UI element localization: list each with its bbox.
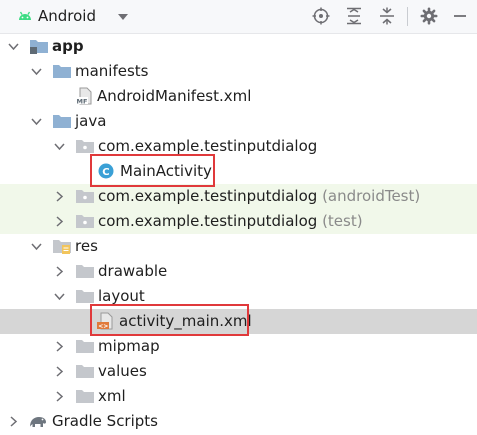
gear-icon[interactable]	[420, 7, 438, 25]
project-toolbar: Android	[0, 0, 477, 34]
folder-icon	[76, 390, 94, 403]
tree-row-package-test[interactable]: com.example.testinputdialog (test)	[0, 209, 477, 234]
chevron-right-icon[interactable]	[53, 190, 66, 203]
chevron-right-icon[interactable]	[53, 390, 66, 403]
tree-label-manifests: manifests	[75, 62, 149, 80]
resource-folder-icon	[53, 240, 71, 254]
chevron-right-icon[interactable]	[53, 215, 66, 228]
tree-label-package: com.example.testinputdialog (test)	[98, 212, 363, 230]
tree-label-drawable: drawable	[98, 262, 168, 280]
tree-label-manifest-file: AndroidManifest.xml	[97, 87, 252, 105]
tree-row-java[interactable]: java	[0, 109, 477, 134]
module-folder-icon	[30, 40, 48, 54]
dropdown-chevron-icon[interactable]	[117, 13, 129, 21]
tree-row-xml[interactable]: xml	[0, 384, 477, 409]
chevron-right-icon[interactable]	[53, 265, 66, 278]
chevron-down-icon[interactable]	[30, 65, 43, 78]
manifest-file-icon: MF	[76, 87, 92, 106]
chevron-down-icon[interactable]	[30, 240, 43, 253]
folder-icon	[53, 115, 71, 128]
tree-row-app[interactable]: app	[0, 34, 477, 59]
package-folder-icon	[76, 190, 94, 203]
chevron-right-icon[interactable]	[53, 365, 66, 378]
tree-row-manifests[interactable]: manifests	[0, 59, 477, 84]
package-folder-icon	[76, 140, 94, 153]
tree-row-main-activity[interactable]: C MainActivity	[0, 159, 477, 184]
chevron-right-icon[interactable]	[53, 340, 66, 353]
locate-icon[interactable]	[312, 7, 330, 25]
chevron-down-icon[interactable]	[7, 40, 20, 53]
tree-label-gradle-scripts: Gradle Scripts	[52, 412, 158, 430]
tree-row-res[interactable]: res	[0, 234, 477, 259]
tree-row-gradle-scripts[interactable]: Gradle Scripts	[0, 409, 477, 434]
android-icon	[19, 11, 31, 20]
folder-icon	[76, 340, 94, 353]
tree-label-res: res	[75, 237, 98, 255]
highlight-box-main-activity	[90, 154, 215, 187]
tree-row-drawable[interactable]: drawable	[0, 259, 477, 284]
tree-label-suffix: (androidTest)	[322, 187, 421, 205]
chevron-down-icon[interactable]	[53, 290, 66, 303]
toolbar-divider	[407, 7, 408, 26]
svg-text:MF: MF	[77, 98, 88, 106]
folder-icon	[76, 365, 94, 378]
collapse-all-icon[interactable]	[378, 7, 396, 25]
chevron-down-icon[interactable]	[30, 115, 43, 128]
tree-label-suffix: (test)	[322, 212, 363, 230]
highlight-box-layout-file	[90, 304, 249, 336]
tree-row-values[interactable]: values	[0, 359, 477, 384]
package-folder-icon	[76, 215, 94, 228]
tree-label-java: java	[75, 112, 107, 130]
tree-label-app: app	[52, 37, 84, 55]
tree-label-mipmap: mipmap	[98, 337, 160, 355]
minimize-icon[interactable]	[451, 7, 469, 25]
tree-row-package-main[interactable]: com.example.testinputdialog	[0, 134, 477, 159]
folder-icon	[76, 290, 94, 303]
folder-icon	[53, 65, 71, 78]
tree-label-xml: xml	[98, 387, 126, 405]
folder-icon	[76, 265, 94, 278]
tree-row-package-android-test[interactable]: com.example.testinputdialog (androidTest…	[0, 184, 477, 209]
tree-label-values: values	[98, 362, 147, 380]
chevron-right-icon[interactable]	[7, 415, 20, 428]
tree-row-manifest-file[interactable]: MF AndroidManifest.xml	[0, 84, 477, 109]
tree-label-package: com.example.testinputdialog (androidTest…	[98, 187, 421, 205]
gradle-elephant-icon	[30, 417, 46, 427]
tree-row-mipmap[interactable]: mipmap	[0, 334, 477, 359]
expand-all-icon[interactable]	[345, 7, 363, 25]
chevron-down-icon[interactable]	[53, 140, 66, 153]
view-selector-label[interactable]: Android	[38, 7, 96, 25]
